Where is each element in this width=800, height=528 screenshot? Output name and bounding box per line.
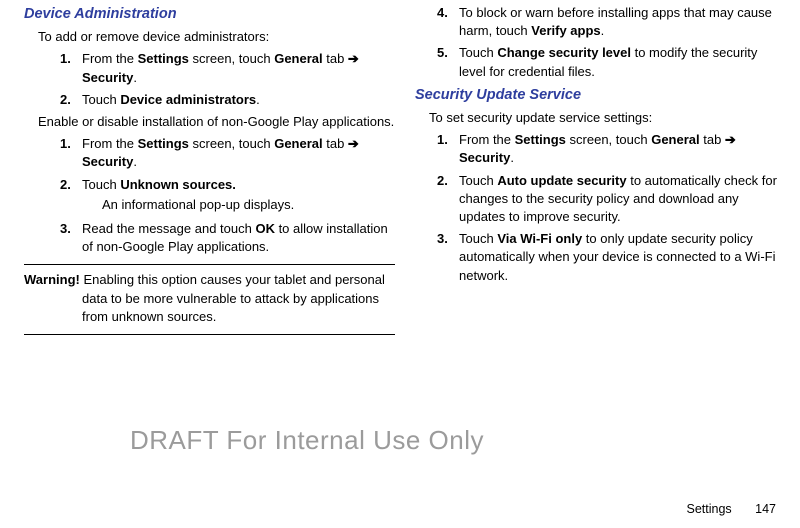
bold-security: Security [82,70,133,85]
bold-ok: OK [255,221,275,236]
divider [24,264,395,265]
step-text: Read the message and touch OK to allow i… [82,220,401,256]
text: tab [700,132,725,147]
list-security-update: 1. From the Settings screen, touch Gener… [423,131,786,285]
step-number: 1. [60,135,82,171]
step-number: 3. [60,220,82,256]
bold-general: General [274,51,322,66]
arrow-icon: ➔ [348,51,359,66]
list-item: 3. Read the message and touch OK to allo… [46,220,401,256]
step-text: Touch Via Wi-Fi only to only update secu… [459,230,786,285]
bold-settings: Settings [138,136,189,151]
step-number: 2. [437,172,459,227]
step-text: From the Settings screen, touch General … [459,131,786,167]
section-label: Settings [686,502,731,516]
text: Touch [459,231,497,246]
list-item: 1. From the Settings screen, touch Gener… [46,135,401,171]
text: From the [459,132,515,147]
left-column: Device Administration To add or remove d… [24,4,409,341]
text: screen, touch [189,51,274,66]
bold-auto-update-security: Auto update security [497,173,626,188]
step-text: To block or warn before installing apps … [459,4,786,40]
informational-popup-note: An informational pop-up displays. [102,196,401,214]
text: Touch [459,45,497,60]
bold-general: General [651,132,699,147]
step-number: 3. [437,230,459,285]
bold-device-administrators: Device administrators [120,92,256,107]
warning-body: data to be more vulnerable to attack by … [24,290,395,326]
step-text: Touch Unknown sources. [82,176,401,194]
step-number: 1. [60,50,82,86]
step-text: From the Settings screen, touch General … [82,50,401,86]
text: screen, touch [189,136,274,151]
warning-block: Warning! Enabling this option causes you… [24,271,395,326]
list-item: 5. Touch Change security level to modify… [423,44,786,80]
step-number: 4. [437,4,459,40]
list-item: 3. Touch Via Wi-Fi only to only update s… [423,230,786,285]
warning-label: Warning! [24,272,80,287]
intro-add-remove-admins: To add or remove device administrators: [38,28,401,46]
step-text: Touch Device administrators. [82,91,401,109]
step-number: 5. [437,44,459,80]
bold-security: Security [459,150,510,165]
bold-verify-apps: Verify apps [531,23,600,38]
step-number: 1. [437,131,459,167]
intro-unknown-sources: Enable or disable installation of non-Go… [38,113,401,131]
bold-change-security-level: Change security level [497,45,631,60]
text: . [133,70,137,85]
bold-security: Security [82,154,133,169]
text: Touch [459,173,497,188]
right-column: 4. To block or warn before installing ap… [409,4,794,341]
page-number: 147 [755,502,776,516]
step-text: Touch Auto update security to automatica… [459,172,786,227]
text: tab [323,51,348,66]
text: . [133,154,137,169]
text: Touch [82,92,120,107]
bold-unknown-sources: Unknown sources. [120,177,236,192]
list-item: 4. To block or warn before installing ap… [423,4,786,40]
step-text: Touch Change security level to modify th… [459,44,786,80]
list-item: 2. Touch Device administrators. [46,91,401,109]
heading-security-update-service: Security Update Service [415,85,786,105]
intro-security-update: To set security update service settings: [429,109,786,127]
text: Read the message and touch [82,221,255,236]
step-text: From the Settings screen, touch General … [82,135,401,171]
list-unknown-sources: 1. From the Settings screen, touch Gener… [46,135,401,256]
text: From the [82,136,138,151]
step-number: 2. [60,176,82,194]
text: screen, touch [566,132,651,147]
divider [24,334,395,335]
draft-watermark: DRAFT For Internal Use Only [130,422,484,458]
list-item: 2. Touch Unknown sources. [46,176,401,194]
list-item: 1. From the Settings screen, touch Gener… [423,131,786,167]
bold-settings: Settings [138,51,189,66]
arrow-icon: ➔ [348,136,359,151]
arrow-icon: ➔ [725,132,736,147]
two-column-layout: Device Administration To add or remove d… [0,0,800,341]
text: . [601,23,605,38]
list-item: 1. From the Settings screen, touch Gener… [46,50,401,86]
text: Touch [82,177,120,192]
text: . [510,150,514,165]
bold-via-wifi-only: Via Wi-Fi only [497,231,582,246]
text: tab [323,136,348,151]
heading-device-administration: Device Administration [24,4,401,24]
text: To block or warn before installing apps … [459,5,772,38]
step-number: 2. [60,91,82,109]
list-device-admin: 1. From the Settings screen, touch Gener… [46,50,401,109]
list-item: 2. Touch Auto update security to automat… [423,172,786,227]
text: From the [82,51,138,66]
text: . [256,92,260,107]
bold-settings: Settings [515,132,566,147]
bold-general: General [274,136,322,151]
page-footer: Settings 147 [686,501,776,519]
list-continued: 4. To block or warn before installing ap… [423,4,786,81]
warning-first-line: Enabling this option causes your tablet … [83,272,384,287]
